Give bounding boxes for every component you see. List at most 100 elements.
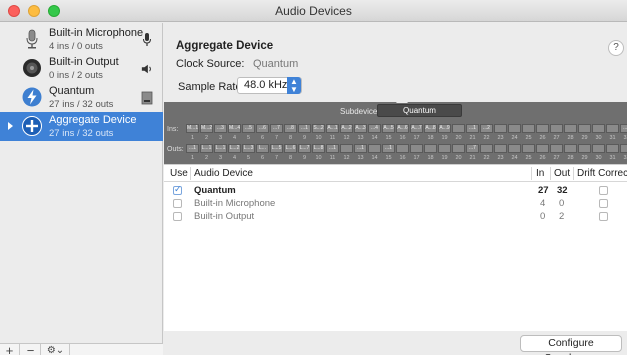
channel-number: 16 — [399, 135, 406, 141]
channel-cell[interactable] — [578, 124, 591, 133]
channel-cell[interactable] — [592, 124, 605, 133]
channel-cell[interactable]: ...1 — [326, 144, 339, 153]
channel-cell[interactable]: M...1 — [186, 124, 199, 133]
channel-cell[interactable]: M...2 — [200, 124, 213, 133]
channel-cell[interactable] — [410, 144, 423, 153]
channel-cell[interactable]: A...7 — [410, 124, 423, 133]
drift-correction-checkbox[interactable] — [599, 186, 608, 195]
channel-cell[interactable]: ...3 — [214, 124, 227, 133]
device-cell: Built-in Output — [194, 211, 255, 222]
device-item-aggregate-device[interactable]: Aggregate Device 27 ins / 32 outs — [0, 112, 163, 141]
channel-cell[interactable]: A...2 — [340, 124, 353, 133]
subdevice-tab-quantum[interactable]: Quantum — [377, 104, 462, 117]
channel-cell[interactable]: A...3 — [354, 124, 367, 133]
channel-cell[interactable] — [480, 144, 493, 153]
add-device-button[interactable]: + — [0, 344, 20, 355]
channel-cell[interactable]: ...1 — [186, 144, 199, 153]
gear-menu-button[interactable]: ⚙⌄ — [42, 344, 70, 355]
channel-cell[interactable]: ...k — [620, 124, 627, 133]
channel-cell[interactable] — [564, 124, 577, 133]
channel-cell[interactable]: S...2 — [312, 124, 325, 133]
channel-cell[interactable]: M...4 — [228, 124, 241, 133]
column-header-use[interactable]: Use — [170, 168, 188, 179]
channel-cell[interactable]: A...8 — [424, 124, 437, 133]
column-header-audio-device[interactable]: Audio Device — [194, 168, 253, 179]
channel-cell[interactable]: ...6 — [256, 124, 269, 133]
device-item-quantum[interactable]: Quantum 27 ins / 32 outs — [0, 83, 163, 112]
channel-cell[interactable] — [620, 144, 627, 153]
disclosure-triangle-icon[interactable] — [8, 122, 13, 130]
channel-cell[interactable] — [522, 124, 535, 133]
channel-cell[interactable]: ...1 — [382, 144, 395, 153]
channel-cell[interactable] — [606, 124, 619, 133]
channel-cell[interactable] — [368, 144, 381, 153]
channel-cell[interactable]: L...6 — [284, 144, 297, 153]
channel-cell[interactable] — [494, 144, 507, 153]
channel-cell[interactable] — [606, 144, 619, 153]
column-header-out[interactable]: Out — [554, 168, 570, 179]
channel-number: 11 — [329, 155, 336, 161]
use-checkbox[interactable] — [173, 199, 182, 208]
device-item-built-in-output[interactable]: Built-in Output 0 ins / 2 outs — [0, 54, 163, 83]
channel-cell[interactable]: ...1 — [466, 124, 479, 133]
table-row[interactable]: Built-in Output 0 2 — [164, 211, 627, 223]
channel-cell[interactable]: ...2 — [480, 124, 493, 133]
channel-cell[interactable]: ...7 — [466, 144, 479, 153]
ins-label: Ins: — [167, 126, 179, 133]
channel-cell[interactable]: L... — [256, 144, 269, 153]
channel-cell[interactable]: ...1 — [354, 144, 367, 153]
channel-cell[interactable] — [536, 144, 549, 153]
channel-cell[interactable] — [564, 144, 577, 153]
channel-cell[interactable]: L...1 — [200, 144, 213, 153]
channel-cell[interactable] — [424, 144, 437, 153]
channel-cell[interactable] — [550, 124, 563, 133]
device-item-built-in-microphone[interactable]: Built-in Microphone 4 ins / 0 outs — [0, 25, 163, 54]
close-window-button[interactable] — [8, 5, 20, 17]
channel-cell[interactable]: L...8 — [312, 144, 325, 153]
channel-cell[interactable]: ...7 — [270, 124, 283, 133]
channel-cell[interactable] — [592, 144, 605, 153]
channel-cell[interactable]: ...1 — [298, 124, 311, 133]
channel-cell[interactable] — [452, 144, 465, 153]
channel-cell[interactable]: ...8 — [284, 124, 297, 133]
drift-correction-checkbox[interactable] — [599, 212, 608, 221]
use-checkbox[interactable] — [173, 184, 182, 195]
channel-cell[interactable] — [452, 124, 465, 133]
use-checkbox[interactable] — [173, 212, 182, 221]
channel-cell[interactable] — [550, 144, 563, 153]
channel-cell[interactable]: A...5 — [382, 124, 395, 133]
channel-cell[interactable] — [494, 124, 507, 133]
clock-source-value[interactable]: Quantum — [253, 58, 298, 70]
output-channels-row: ...1 L...1 L...1 L...2 L...3 L... L...5 L...6 L.… — [186, 144, 627, 153]
drift-correction-checkbox[interactable] — [599, 199, 608, 208]
remove-device-button[interactable]: − — [21, 344, 41, 355]
channel-cell[interactable]: ...4 — [368, 124, 381, 133]
channel-cell[interactable]: L...1 — [214, 144, 227, 153]
zoom-window-button[interactable] — [48, 5, 60, 17]
channel-cell[interactable]: L...3 — [242, 144, 255, 153]
table-row[interactable]: Built-in Microphone 4 0 — [164, 198, 627, 210]
channel-cell[interactable] — [578, 144, 591, 153]
channel-cell[interactable]: L...2 — [228, 144, 241, 153]
channel-cell[interactable]: A...6 — [396, 124, 409, 133]
channel-cell[interactable]: ...5 — [242, 124, 255, 133]
channel-cell[interactable] — [536, 124, 549, 133]
channel-cell[interactable] — [508, 144, 521, 153]
column-header-drift-correction[interactable]: Drift Correction — [577, 168, 627, 179]
channel-cell[interactable] — [508, 124, 521, 133]
help-button[interactable]: ? — [608, 40, 624, 56]
column-header-in[interactable]: In — [536, 168, 544, 179]
device-detail-panel: Aggregate Device ? Clock Source: Quantum… — [164, 23, 627, 355]
channel-cell[interactable] — [522, 144, 535, 153]
channel-cell[interactable]: A...1 — [326, 124, 339, 133]
channel-cell[interactable] — [438, 144, 451, 153]
channel-cell[interactable]: L...7 — [298, 144, 311, 153]
channel-cell[interactable] — [340, 144, 353, 153]
table-row[interactable]: Quantum 27 32 — [164, 184, 627, 197]
minimize-window-button[interactable] — [28, 5, 40, 17]
sample-rate-select[interactable]: 48.0 kHz ▲ ▼ — [237, 77, 302, 94]
configure-speakers-button[interactable]: Configure Speakers... — [520, 335, 622, 355]
channel-cell[interactable]: L...5 — [270, 144, 283, 153]
channel-cell[interactable]: A...9 — [438, 124, 451, 133]
channel-cell[interactable] — [396, 144, 409, 153]
